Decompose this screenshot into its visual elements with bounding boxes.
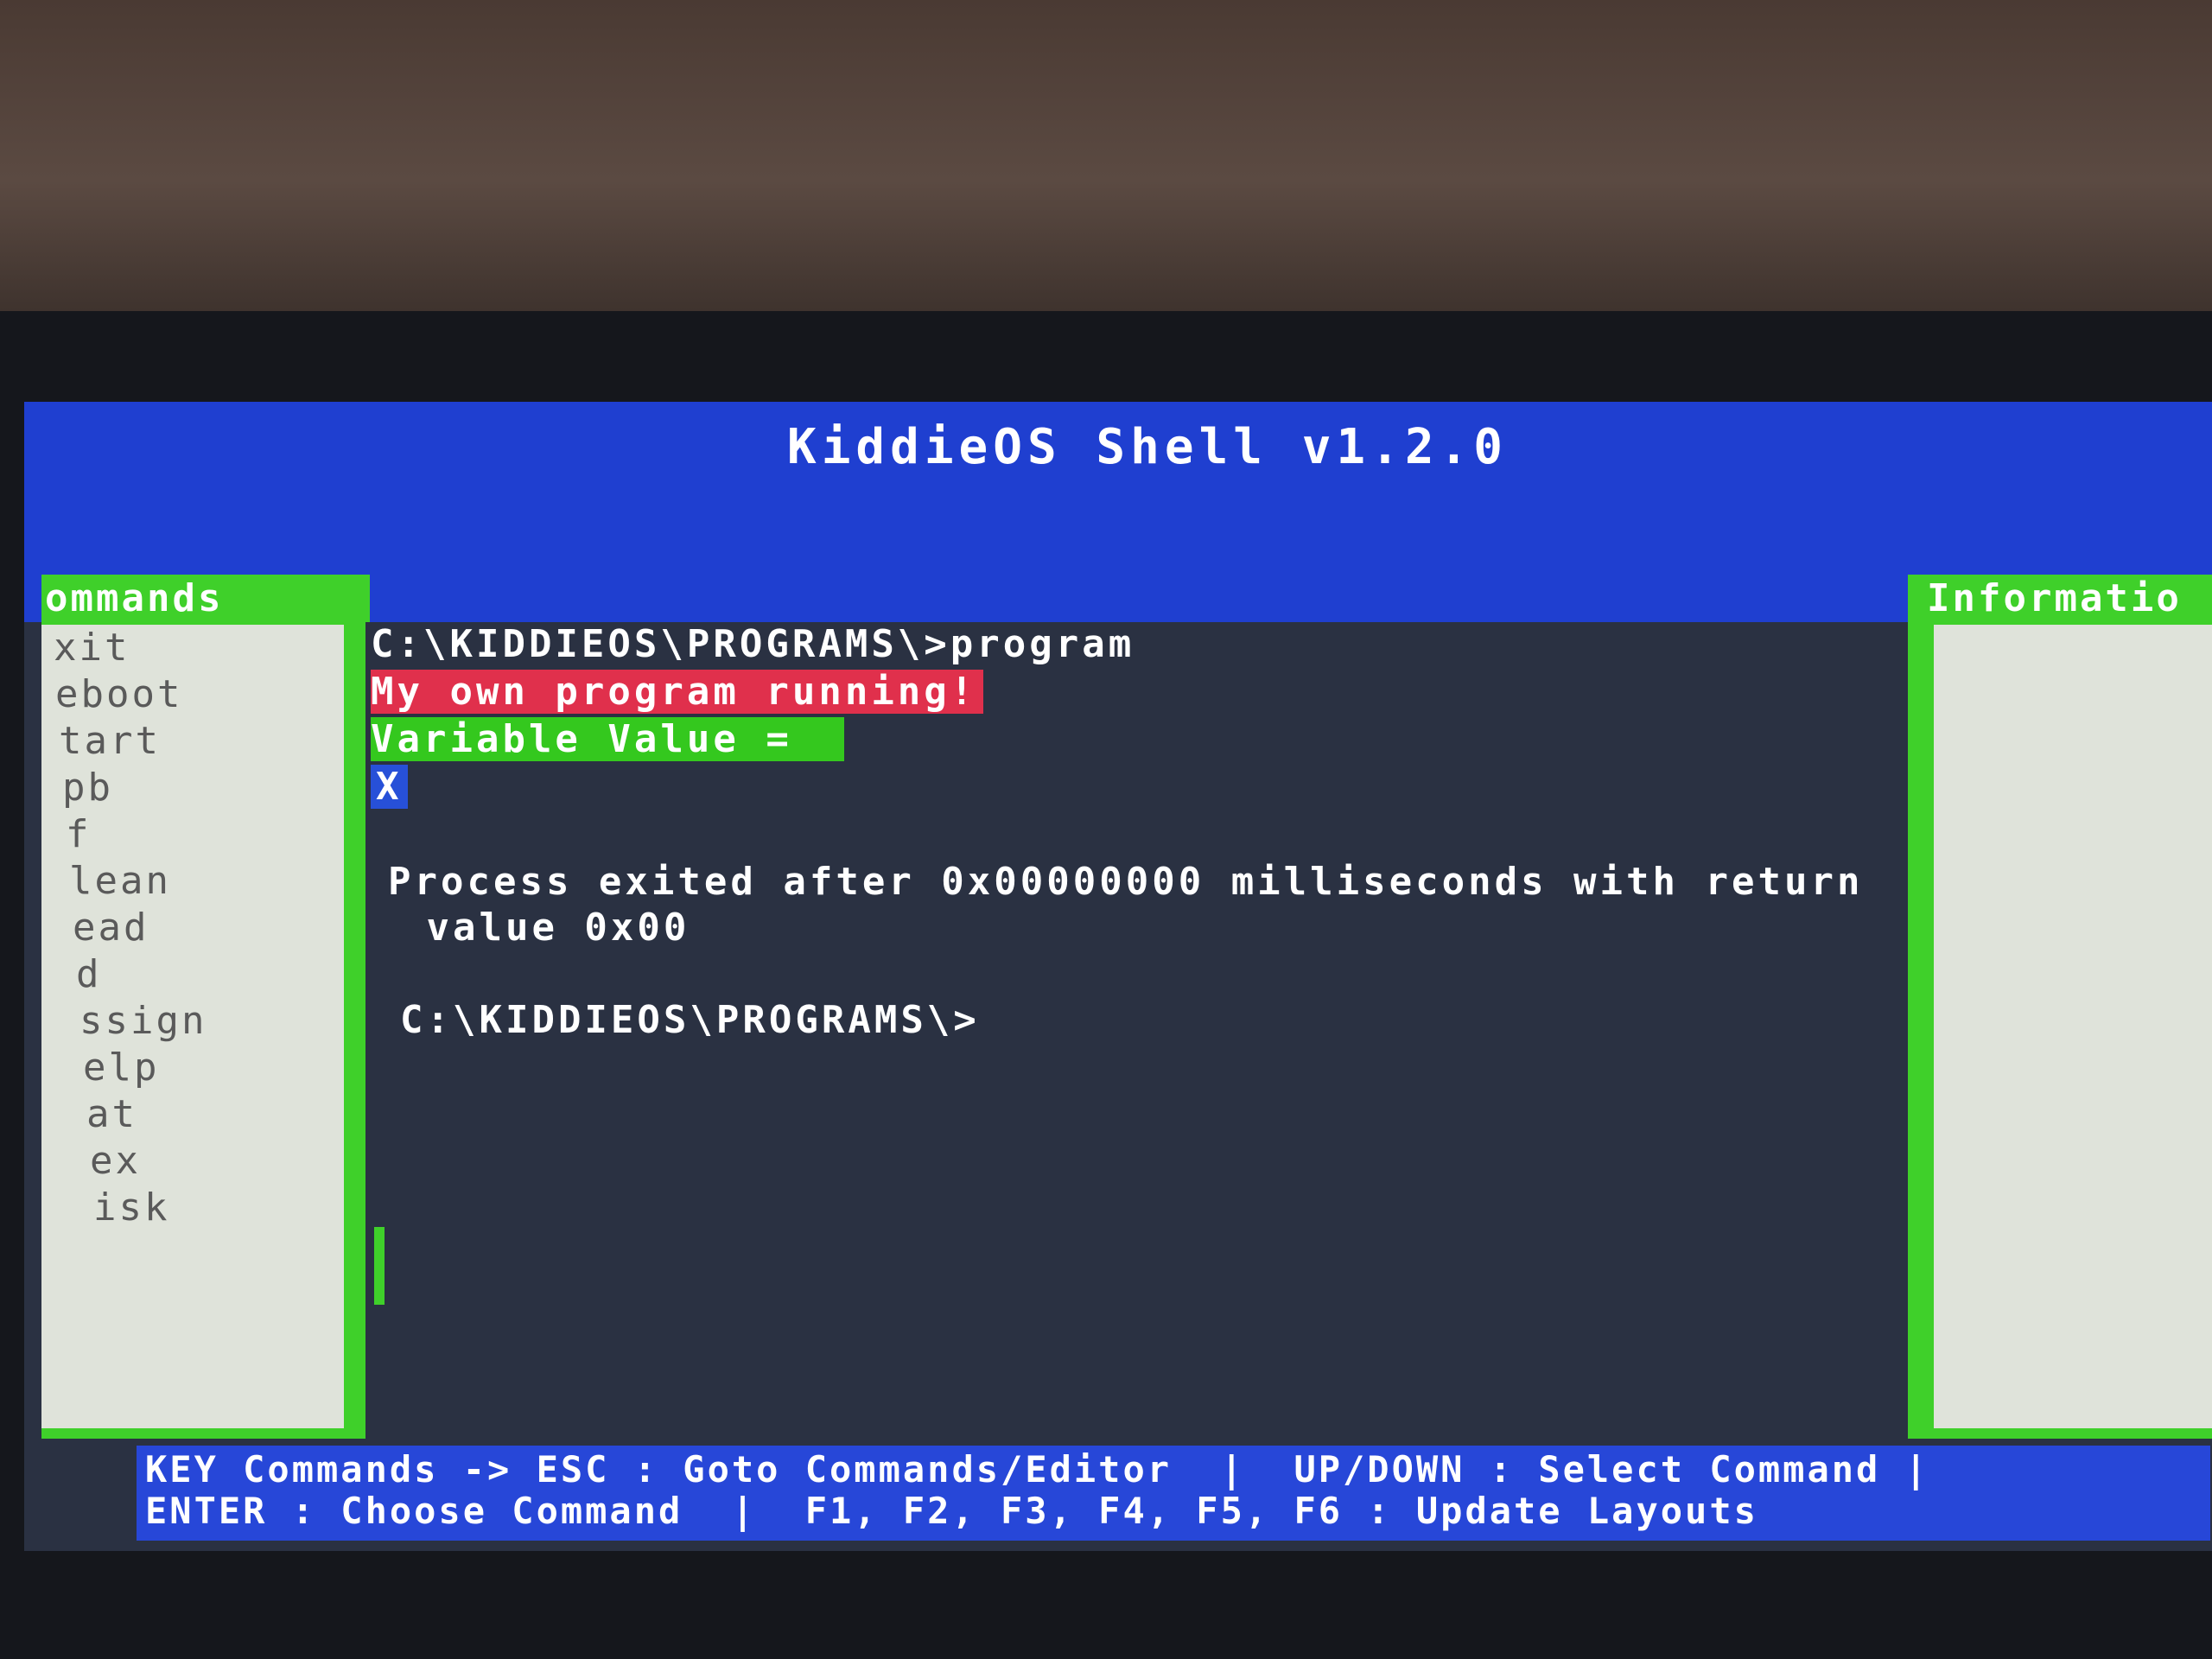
key-commands-bar: KEY Commands -> ESC : Goto Commands/Edit…: [137, 1446, 2210, 1541]
variable-value: X: [371, 765, 408, 809]
information-panel-title: Informatio: [1927, 576, 2182, 620]
command-item[interactable]: eboot: [50, 671, 207, 718]
command-item[interactable]: xit: [50, 625, 207, 671]
command-item[interactable]: at: [50, 1091, 207, 1138]
console-area[interactable]: C:\KIDDIEOS\PROGRAMS\>program My own pro…: [365, 622, 1895, 1452]
command-item[interactable]: f: [50, 811, 207, 858]
key-commands-line-1: KEY Commands -> ESC : Goto Commands/Edit…: [145, 1448, 1929, 1491]
command-item[interactable]: isk: [50, 1185, 207, 1231]
command-item[interactable]: pb: [50, 765, 207, 811]
command-item[interactable]: ex: [50, 1138, 207, 1185]
commands-panel-title: ommands: [45, 576, 224, 620]
command-item[interactable]: lean: [50, 858, 207, 905]
command-item[interactable]: elp: [50, 1045, 207, 1091]
scrollbar-thumb[interactable]: [374, 1227, 385, 1305]
key-commands-line-2: ENTER : Choose Command | F1, F2, F3, F4,…: [145, 1490, 1758, 1532]
information-panel: Informatio: [1908, 575, 2212, 1439]
command-item[interactable]: tart: [50, 718, 207, 765]
information-panel-body: [1934, 625, 2212, 1428]
command-prompt-line: C:\KIDDIEOS\PROGRAMS\>program: [371, 622, 1135, 666]
command-item[interactable]: d: [50, 951, 207, 998]
command-item[interactable]: ead: [50, 905, 207, 951]
command-item[interactable]: ssign: [50, 998, 207, 1045]
command-list: xit eboot tart pb f lean ead d ssign elp…: [50, 625, 207, 1231]
command-prompt: C:\KIDDIEOS\PROGRAMS\>: [400, 998, 980, 1042]
monitor-screen: KiddieOS Shell v1.2.0 ommands xit eboot …: [24, 402, 2212, 1551]
commands-panel-body: xit eboot tart pb f lean ead d ssign elp…: [41, 625, 344, 1428]
room-background: [0, 0, 2212, 328]
app-title: KiddieOS Shell v1.2.0: [786, 419, 1508, 475]
program-message: My own program running!: [371, 670, 984, 714]
commands-panel: ommands xit eboot tart pb f lean ead d s…: [41, 575, 370, 1439]
exit-message-line-1: Process exited after 0x00000000 millisec…: [388, 860, 1864, 904]
variable-label: Variable Value =: [371, 717, 844, 761]
exit-message-line-2: value 0x00: [400, 906, 690, 950]
